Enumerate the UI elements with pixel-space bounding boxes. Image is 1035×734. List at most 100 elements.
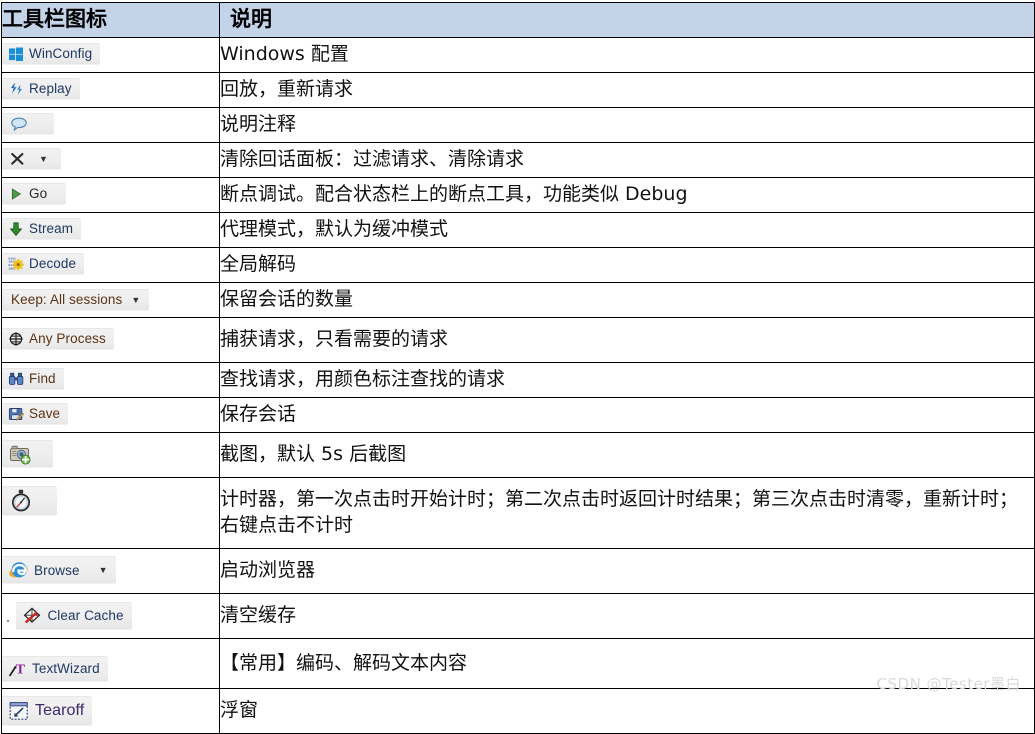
winconfig-icon	[8, 46, 24, 62]
toolbar-button-save[interactable]: Save	[2, 403, 69, 425]
description-cell: 全局解码	[219, 247, 1035, 283]
toolbar-button-browse[interactable]: Browse ▼	[2, 556, 116, 585]
clear-cache-icon	[22, 606, 42, 626]
toolbar-button-replay[interactable]: Replay	[2, 78, 80, 100]
table-row: Stream 代理模式，默认为缓冲模式	[1, 212, 1035, 248]
toolbar-button-label: Tearoff	[35, 701, 85, 719]
toolbar-button-find[interactable]: Find	[2, 368, 64, 390]
description-cell: 说明注释	[219, 107, 1035, 143]
column-header-description: 说明	[219, 2, 1035, 38]
toolbar-button-clear-sessions[interactable]: ▼	[2, 148, 61, 170]
toolbar-button-timer[interactable]	[2, 486, 57, 516]
table-row: Find 查找请求，用颜色标注查找的请求	[1, 362, 1035, 398]
table-row: Keep: All sessions ▼ 保留会话的数量	[1, 282, 1035, 318]
icon-cell: Any Process	[1, 317, 220, 363]
description-cell: 捕获请求，只看需要的请求	[219, 317, 1035, 363]
description-cell: 清除回话面板：过滤请求、清除请求	[219, 142, 1035, 178]
table-header-row: 工具栏图标 说明	[1, 2, 1035, 38]
toolbar-button-clear-cache[interactable]: Clear Cache	[16, 601, 132, 630]
icon-cell: T TextWizard	[1, 638, 220, 689]
chevron-down-icon[interactable]: ▼	[99, 565, 108, 575]
description-cell: 【常用】编码、解码文本内容	[219, 638, 1035, 689]
stream-arrow-icon	[8, 221, 24, 237]
browse-ie-icon	[8, 560, 29, 581]
table-row: 计时器，第一次点击时开始计时；第二次点击时返回计时结果；第三次点击时清零，重新计…	[1, 477, 1035, 549]
description-cell: 启动浏览器	[219, 548, 1035, 594]
save-disk-icon	[8, 406, 24, 422]
svg-text:T: T	[16, 662, 26, 677]
toolbar-button-label: Replay	[29, 81, 72, 97]
toolbar-button-label: Any Process	[29, 331, 106, 347]
icon-cell: Go	[1, 177, 220, 213]
description-cell: 断点调试。配合状态栏上的断点工具，功能类似 Debug	[219, 177, 1035, 213]
table-body: WinConfig Windows 配置 Replay 回放，重新请求 说明注释…	[1, 37, 1035, 734]
table-row: Replay 回放，重新请求	[1, 72, 1035, 108]
toolbar-button-stream[interactable]: Stream	[2, 218, 82, 240]
reference-table-page: 工具栏图标 说明 WinConfig Windows 配置 Replay 回放，…	[0, 2, 1035, 734]
icon-cell	[1, 432, 220, 478]
table-row: Browse ▼ 启动浏览器	[1, 548, 1035, 594]
toolbar-button-any-process[interactable]: Any Process	[2, 328, 114, 350]
icon-cell: WinConfig	[1, 37, 220, 73]
toolbar-button-tearoff[interactable]: Tearoff	[2, 695, 93, 726]
toolbar-button-label: Stream	[29, 221, 74, 237]
table-row: 0101 1010 0110 1001 Decode 全局解码	[1, 247, 1035, 283]
table-row: Any Process 捕获请求，只看需要的请求	[1, 317, 1035, 363]
camera-screenshot-icon	[9, 443, 31, 465]
toolbar-button-label: TextWizard	[32, 660, 100, 676]
column-header-icon: 工具栏图标	[1, 2, 220, 38]
icon-cell: Clear Cache	[1, 593, 220, 639]
textwizard-icon: T	[8, 659, 27, 678]
icon-cell: Replay	[1, 72, 220, 108]
remove-x-icon	[9, 151, 25, 167]
toolbar-dropdown-keep-sessions[interactable]: Keep: All sessions ▼	[2, 289, 150, 311]
toolbar-button-label: Save	[29, 406, 61, 422]
toolbar-icons-table: 工具栏图标 说明 WinConfig Windows 配置 Replay 回放，…	[1, 2, 1035, 734]
table-row: Save 保存会话	[1, 397, 1035, 433]
any-process-target-icon	[8, 331, 24, 347]
icon-cell: Tearoff	[1, 688, 220, 734]
tearoff-icon	[8, 700, 30, 722]
description-cell: 代理模式，默认为缓冲模式	[219, 212, 1035, 248]
table-row: 说明注释	[1, 107, 1035, 143]
toolbar-button-label: Decode	[29, 256, 77, 272]
toolbar-button-label: Clear Cache	[47, 607, 124, 623]
separator-dot-icon	[7, 620, 9, 623]
replay-icon	[8, 81, 24, 97]
toolbar-button-screenshot[interactable]	[2, 440, 53, 468]
icon-cell: 0101 1010 0110 1001 Decode	[1, 247, 220, 283]
toolbar-button-label: Find	[29, 371, 56, 387]
toolbar-button-winconfig[interactable]: WinConfig	[2, 43, 101, 65]
table-row: Go 断点调试。配合状态栏上的断点工具，功能类似 Debug	[1, 177, 1035, 213]
toolbar-button-decode[interactable]: 0101 1010 0110 1001 Decode	[2, 253, 85, 275]
icon-cell: Browse ▼	[1, 548, 220, 594]
description-cell: 截图，默认 5s 后截图	[219, 432, 1035, 478]
description-cell: 保留会话的数量	[219, 282, 1035, 318]
description-cell: 清空缓存	[219, 593, 1035, 639]
find-binoculars-icon	[8, 371, 24, 387]
toolbar-button-label: Browse	[34, 562, 80, 578]
toolbar-button-comment[interactable]	[2, 113, 54, 135]
icon-cell: Keep: All sessions ▼	[1, 282, 220, 318]
icon-cell: ▼	[1, 142, 220, 178]
icon-cell: Save	[1, 397, 220, 433]
toolbar-button-go[interactable]: Go	[2, 183, 67, 205]
description-cell: 浮窗	[219, 688, 1035, 734]
toolbar-button-textwizard[interactable]: T TextWizard	[2, 655, 108, 682]
icon-cell: Stream	[1, 212, 220, 248]
icon-cell: Find	[1, 362, 220, 398]
decode-gear-icon: 0101 1010 0110 1001	[8, 256, 24, 272]
table-row: WinConfig Windows 配置	[1, 37, 1035, 73]
stopwatch-timer-icon	[9, 489, 33, 513]
table-row: T TextWizard 【常用】编码、解码文本内容	[1, 638, 1035, 689]
table-row: Clear Cache 清空缓存	[1, 593, 1035, 639]
toolbar-button-label: Go	[29, 186, 48, 202]
table-row: Tearoff 浮窗	[1, 688, 1035, 734]
description-cell: 回放，重新请求	[219, 72, 1035, 108]
table-row: ▼ 清除回话面板：过滤请求、清除请求	[1, 142, 1035, 178]
chevron-down-icon[interactable]: ▼	[39, 154, 48, 164]
toolbar-button-label: WinConfig	[29, 46, 93, 62]
chevron-down-icon[interactable]: ▼	[131, 295, 140, 305]
description-cell: Windows 配置	[219, 37, 1035, 73]
table-header: 工具栏图标 说明	[1, 2, 1035, 38]
